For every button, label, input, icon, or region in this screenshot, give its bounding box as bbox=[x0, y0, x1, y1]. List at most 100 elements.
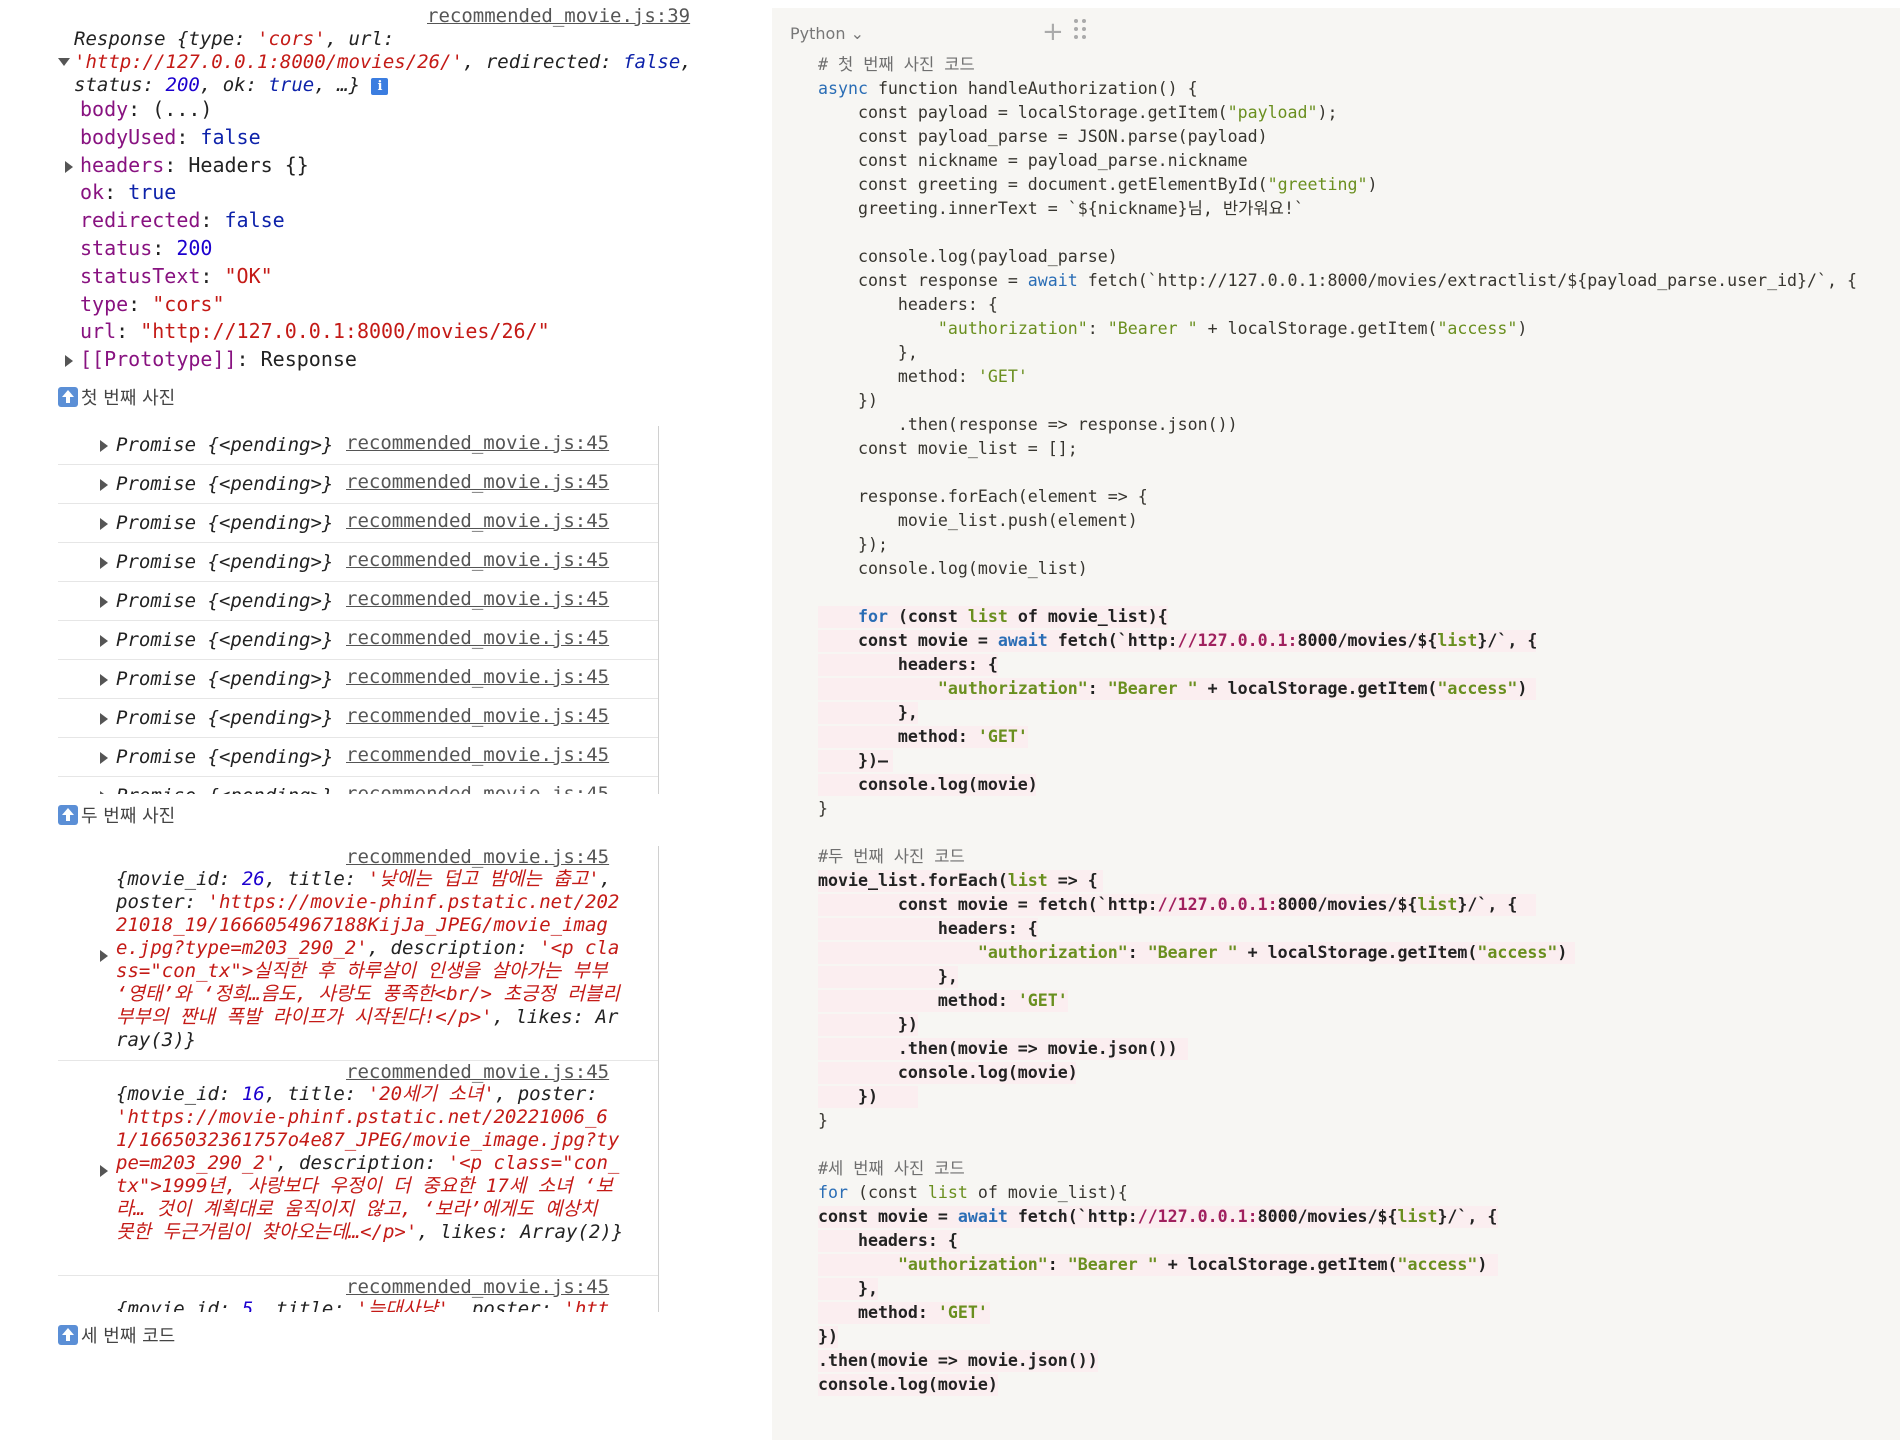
property-separator: : bbox=[164, 152, 189, 177]
expand-toggle-icon[interactable] bbox=[65, 355, 73, 368]
code-token: const movie = bbox=[818, 631, 998, 650]
code-token: }) bbox=[818, 1087, 878, 1106]
expand-toggle-icon[interactable] bbox=[100, 752, 108, 764]
code-token: method: bbox=[818, 727, 978, 746]
code-line: console.log(movie_list) bbox=[818, 557, 1888, 581]
code-token: }/`, { bbox=[1477, 631, 1538, 650]
code-line: headers: { bbox=[818, 293, 1888, 317]
promise-log-row[interactable]: Promise {<pending>} recommended_movie.js:… bbox=[58, 660, 658, 699]
code-line: const movie = fetch(`http://127.0.0.1:80… bbox=[818, 893, 1888, 917]
code-token: method: bbox=[818, 991, 1018, 1010]
code-token: movie_list.push(element) bbox=[818, 511, 1138, 530]
object-token: , title: bbox=[264, 1083, 368, 1105]
code-token: list bbox=[1417, 895, 1458, 914]
code-token: (const bbox=[887, 607, 968, 626]
source-link[interactable]: recommended_movie.js:39 bbox=[427, 5, 690, 27]
expand-toggle-icon[interactable] bbox=[100, 713, 108, 725]
source-link[interactable]: recommended_movie.js:45 bbox=[346, 846, 609, 868]
expand-toggle-icon[interactable] bbox=[100, 518, 108, 530]
source-link[interactable]: recommended_movie.js:45 bbox=[346, 471, 609, 493]
property-key: [[Prototype]] bbox=[80, 347, 237, 372]
object-token: , poster: bbox=[494, 1083, 598, 1105]
property-row: statusText: "OK" bbox=[80, 263, 550, 291]
source-link[interactable]: recommended_movie.js:45 bbox=[346, 666, 609, 688]
expand-toggle-icon[interactable] bbox=[100, 479, 108, 491]
plus-icon[interactable]: + bbox=[1042, 17, 1064, 47]
code-token: //127.0.0.1: bbox=[1137, 1207, 1258, 1226]
code-block[interactable]: Python ⌄ + # 첫 번째 사진 코드 async function ha… bbox=[772, 8, 1900, 1440]
movie-log-entry[interactable]: recommended_movie.js:45 {movie_id: 26, ti… bbox=[58, 846, 658, 1061]
code-token: console.log(movie_list) bbox=[818, 559, 1088, 578]
promise-log-row[interactable]: Promise {<pending>} recommended_movie.js:… bbox=[58, 465, 658, 504]
promise-log-row[interactable]: Promise {<pending>} recommended_movie.js:… bbox=[58, 582, 658, 621]
expand-toggle-icon[interactable] bbox=[100, 950, 108, 962]
promise-log-row[interactable]: Promise {<pending>} recommended_movie.js:… bbox=[58, 426, 658, 465]
collapse-toggle-icon[interactable] bbox=[58, 58, 70, 66]
code-token: const payload = localStorage.getItem( bbox=[818, 103, 1228, 122]
arrow-up-icon bbox=[58, 1325, 78, 1345]
code-token: : bbox=[1087, 679, 1108, 698]
expand-toggle-icon[interactable] bbox=[65, 160, 73, 173]
code-token: (const bbox=[847, 1183, 928, 1202]
code-line: } bbox=[818, 797, 1888, 821]
property-value: "cors" bbox=[152, 291, 225, 316]
property-row[interactable]: headers: Headers {} bbox=[65, 152, 550, 180]
object-token: , poster: bbox=[449, 1298, 564, 1312]
source-link[interactable]: recommended_movie.js:45 bbox=[346, 783, 609, 794]
code-token: list bbox=[927, 1183, 968, 1202]
drag-handle-icon[interactable] bbox=[1074, 19, 1088, 41]
code-token: const movie = bbox=[818, 1207, 958, 1226]
expand-toggle-icon[interactable] bbox=[100, 440, 108, 452]
expand-toggle-icon[interactable] bbox=[100, 674, 108, 686]
info-icon[interactable]: i bbox=[371, 78, 389, 95]
expand-toggle-icon[interactable] bbox=[100, 557, 108, 569]
source-link[interactable]: recommended_movie.js:45 bbox=[346, 705, 609, 727]
code-line: }, bbox=[818, 341, 1888, 365]
code-token: : bbox=[1047, 1255, 1068, 1274]
language-selector[interactable]: Python ⌄ bbox=[790, 24, 864, 43]
expand-toggle-icon[interactable] bbox=[100, 635, 108, 647]
promise-text: Promise {<pending>} bbox=[116, 629, 334, 651]
code-token: fetch(`http: bbox=[1007, 1207, 1138, 1226]
code-token: }/`, { bbox=[1457, 895, 1518, 914]
source-link[interactable]: recommended_movie.js:45 bbox=[346, 588, 609, 610]
source-link[interactable]: recommended_movie.js:45 bbox=[346, 1276, 609, 1298]
code-token: list bbox=[1397, 1207, 1438, 1226]
source-link[interactable]: recommended_movie.js:45 bbox=[346, 432, 609, 454]
property-separator: : bbox=[152, 235, 177, 260]
object-token: '20세기 소녀' bbox=[367, 1083, 495, 1105]
source-link[interactable]: recommended_movie.js:45 bbox=[346, 549, 609, 571]
movie-log-entry[interactable]: recommended_movie.js:45 {movie_id: 5, tit… bbox=[58, 1276, 658, 1312]
property-row[interactable]: [[Prototype]]: Response bbox=[65, 346, 550, 374]
source-link[interactable]: recommended_movie.js:45 bbox=[346, 627, 609, 649]
expand-toggle-icon[interactable] bbox=[100, 596, 108, 608]
code-token: headers: { bbox=[818, 655, 998, 674]
expand-toggle-icon[interactable] bbox=[100, 1165, 108, 1177]
promise-log-row[interactable]: Promise {<pending>} recommended_movie.js:… bbox=[58, 621, 658, 660]
movie-object-text: {movie_id: 26, title: '낮에는 덥고 밤에는 춥고', p… bbox=[116, 868, 626, 1052]
promise-log-row[interactable]: Promise {<pending>} recommended_movie.js:… bbox=[58, 777, 658, 794]
code-token: //127.0.0.1: bbox=[1177, 631, 1298, 650]
source-link[interactable]: recommended_movie.js:45 bbox=[346, 744, 609, 766]
promise-log-row[interactable]: Promise {<pending>} recommended_movie.js:… bbox=[58, 738, 658, 777]
expand-toggle-icon[interactable] bbox=[100, 791, 108, 794]
code-token: "payload" bbox=[1227, 103, 1318, 122]
movie-log-entry[interactable]: recommended_movie.js:45 {movie_id: 16, ti… bbox=[58, 1061, 658, 1276]
source-link[interactable]: recommended_movie.js:45 bbox=[346, 510, 609, 532]
promise-log-row[interactable]: Promise {<pending>} recommended_movie.js:… bbox=[58, 699, 658, 738]
code-token: "authorization" bbox=[977, 943, 1128, 962]
movie-log-list[interactable]: recommended_movie.js:45 {movie_id: 26, ti… bbox=[58, 846, 659, 1312]
response-object-summary[interactable]: Response {type: 'cors', url: 'http://127… bbox=[74, 28, 694, 97]
promise-log-row[interactable]: Promise {<pending>} recommended_movie.js:… bbox=[58, 543, 658, 582]
code-token: #두 번째 사진 코드 bbox=[818, 847, 965, 866]
code-line: const movie = await fetch(`http://127.0.… bbox=[818, 1205, 1888, 1229]
code-line: const greeting = document.getElementById… bbox=[818, 173, 1888, 197]
promise-log-list[interactable]: Promise {<pending>} recommended_movie.js:… bbox=[58, 426, 659, 794]
promise-log-row[interactable]: Promise {<pending>} recommended_movie.js:… bbox=[58, 504, 658, 543]
code-token: "authorization" bbox=[937, 319, 1088, 338]
source-link[interactable]: recommended_movie.js:45 bbox=[346, 1061, 609, 1083]
code-content[interactable]: # 첫 번째 사진 코드 async function handleAuthori… bbox=[818, 53, 1888, 1397]
